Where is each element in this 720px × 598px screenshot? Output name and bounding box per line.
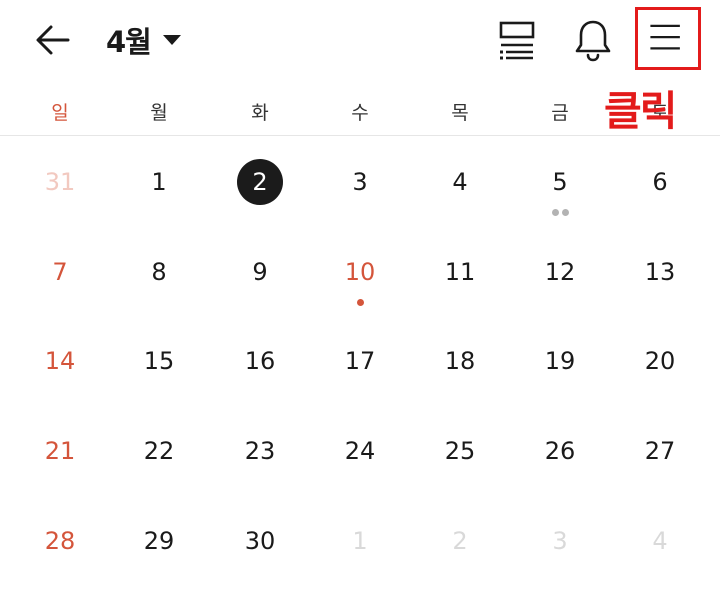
calendar-day[interactable]: 4 (610, 518, 710, 598)
day-number: 31 (44, 168, 76, 196)
calendar-day[interactable]: 1 (109, 159, 209, 239)
event-dot (561, 209, 569, 216)
calendar-day[interactable]: 31 (10, 159, 110, 239)
app-header: 4월 (0, 0, 720, 88)
calendar-day[interactable]: 15 (109, 338, 209, 418)
day-number: 17 (344, 347, 376, 375)
calendar-day[interactable]: 28 (10, 518, 110, 598)
weekday-label: 화 (251, 102, 269, 124)
list-view-button[interactable] (491, 14, 543, 66)
back-button[interactable] (30, 20, 76, 60)
calendar-day[interactable]: 26 (510, 428, 610, 508)
day-number: 6 (652, 168, 668, 196)
calendar-day[interactable]: 23 (210, 428, 310, 508)
calendar-day[interactable]: 24 (310, 428, 410, 508)
day-number: 12 (544, 258, 576, 286)
day-number: 15 (143, 347, 175, 375)
day-number: 4 (652, 527, 668, 555)
day-number: 14 (44, 347, 76, 375)
calendar-day[interactable]: 21 (10, 428, 110, 508)
calendar-day[interactable]: 3 (310, 159, 410, 239)
calendar-day[interactable]: 19 (510, 338, 610, 418)
day-number: 5 (552, 168, 568, 196)
calendar-day[interactable]: 20 (610, 338, 710, 418)
calendar-day[interactable]: 3 (510, 518, 610, 598)
day-number: 10 (344, 258, 376, 286)
menu-button[interactable] (640, 12, 700, 68)
day-number: 20 (644, 347, 676, 375)
day-number: 4 (452, 168, 468, 196)
day-number: 13 (644, 258, 676, 286)
calendar-day[interactable]: 1 (310, 518, 410, 598)
event-dot (551, 209, 559, 216)
day-number: 19 (544, 347, 576, 375)
day-number: 7 (52, 258, 68, 286)
calendar-day[interactable]: 27 (610, 428, 710, 508)
calendar-day[interactable]: 5 (510, 159, 610, 239)
day-number: 3 (552, 527, 568, 555)
day-number: 26 (544, 437, 576, 465)
event-dot (356, 299, 364, 306)
day-number: 21 (44, 437, 76, 465)
event-dots (510, 209, 610, 219)
event-dots (310, 299, 410, 309)
click-annotation: 클릭 (604, 87, 677, 135)
weekday-label: 수 (351, 102, 369, 124)
calendar-day[interactable]: 6 (610, 159, 710, 239)
weekday-label: 월 (150, 102, 168, 124)
day-number: 11 (444, 258, 476, 286)
calendar-day[interactable]: 8 (109, 249, 209, 329)
calendar-day[interactable]: 17 (310, 338, 410, 418)
day-number: 29 (143, 527, 175, 555)
day-number: 22 (143, 437, 175, 465)
calendar-day[interactable]: 22 (109, 428, 209, 508)
day-number: 16 (244, 347, 276, 375)
day-number: 25 (444, 437, 476, 465)
caret-down-icon (162, 35, 181, 45)
calendar-day[interactable]: 7 (10, 249, 110, 329)
day-number: 24 (344, 437, 376, 465)
list-view-icon (499, 21, 535, 60)
day-number: 23 (244, 437, 276, 465)
month-label: 4월 (106, 25, 152, 59)
hamburger-menu-icon (650, 24, 680, 50)
weekday-label: 목 (451, 102, 469, 124)
calendar-day[interactable]: 12 (510, 249, 610, 329)
calendar-day[interactable]: 11 (410, 249, 510, 329)
day-number: 1 (352, 527, 368, 555)
calendar-day[interactable]: 25 (410, 428, 510, 508)
calendar-day[interactable]: 16 (210, 338, 310, 418)
day-number: 2 (252, 168, 268, 196)
day-number: 28 (44, 527, 76, 555)
day-number: 3 (352, 168, 368, 196)
calendar-day[interactable]: 4 (410, 159, 510, 239)
calendar-day[interactable]: 14 (10, 338, 110, 418)
day-number: 30 (244, 527, 276, 555)
day-number: 9 (252, 258, 268, 286)
calendar-day[interactable]: 30 (210, 518, 310, 598)
weekday-label: 일 (51, 102, 69, 124)
calendar-day[interactable]: 9 (210, 249, 310, 329)
calendar-day[interactable]: 10 (310, 249, 410, 329)
calendar-day[interactable]: 2 (210, 159, 310, 239)
day-number: 27 (644, 437, 676, 465)
calendar-day[interactable]: 29 (109, 518, 209, 598)
day-number: 1 (151, 168, 167, 196)
arrow-left-icon (36, 25, 70, 55)
weekday-label: 금 (551, 102, 569, 124)
notification-button[interactable] (567, 14, 619, 66)
bell-icon (575, 20, 611, 62)
calendar-day[interactable]: 2 (410, 518, 510, 598)
calendar-day[interactable]: 18 (410, 338, 510, 418)
day-number: 2 (452, 527, 468, 555)
day-number: 18 (444, 347, 476, 375)
month-selector[interactable]: 4월 (106, 18, 181, 62)
day-number: 8 (151, 258, 167, 286)
calendar-day[interactable]: 13 (610, 249, 710, 329)
